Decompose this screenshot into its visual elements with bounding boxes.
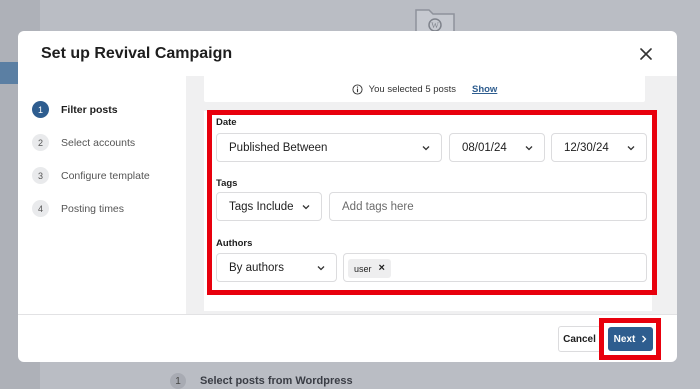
step-label: Select accounts xyxy=(61,136,136,149)
chevron-right-icon xyxy=(642,335,647,343)
footer-divider xyxy=(18,314,677,315)
step-configure-template[interactable]: 3 Configure template xyxy=(32,167,150,184)
close-button[interactable] xyxy=(635,43,657,65)
modal-title: Set up Revival Campaign xyxy=(41,45,233,62)
authors-label: Authors xyxy=(216,238,253,249)
background-step: 1 Select posts from Wordpress xyxy=(170,373,353,389)
date-mode-select[interactable]: Published Between xyxy=(216,133,442,162)
next-label: Next xyxy=(613,333,636,345)
modal-header: Set up Revival Campaign xyxy=(18,31,677,76)
date-start-value: 08/01/24 xyxy=(462,141,507,154)
tags-mode-value: Tags Include xyxy=(229,200,294,213)
date-mode-value: Published Between xyxy=(229,141,328,154)
step-number: 1 xyxy=(32,101,49,118)
background-step-label: Select posts from Wordpress xyxy=(200,375,353,387)
next-button[interactable]: Next xyxy=(608,327,653,351)
author-chip: user × xyxy=(348,259,391,278)
chevron-down-icon xyxy=(317,266,325,271)
selection-text: You selected 5 posts xyxy=(368,83,456,95)
step-select-accounts[interactable]: 2 Select accounts xyxy=(32,134,135,151)
chevron-down-icon xyxy=(422,146,430,151)
revival-campaign-modal: Set up Revival Campaign 1 Filter posts 2… xyxy=(18,31,677,362)
date-end-value: 12/30/24 xyxy=(564,141,609,154)
tags-placeholder: Add tags here xyxy=(342,200,414,213)
step-number: 2 xyxy=(32,134,49,151)
background-sidebar-accent xyxy=(0,62,18,84)
date-end-select[interactable]: 12/30/24 xyxy=(551,133,647,162)
close-icon xyxy=(640,48,652,60)
authors-mode-value: By authors xyxy=(229,261,284,274)
background-step-number: 1 xyxy=(170,373,186,389)
step-filter-posts[interactable]: 1 Filter posts xyxy=(32,101,118,118)
authors-input[interactable]: user × xyxy=(343,253,647,282)
step-number: 4 xyxy=(32,200,49,217)
tags-input[interactable]: Add tags here xyxy=(329,192,647,221)
step-posting-times[interactable]: 4 Posting times xyxy=(32,200,124,217)
chevron-down-icon xyxy=(302,205,310,210)
date-start-select[interactable]: 08/01/24 xyxy=(449,133,545,162)
date-label: Date xyxy=(216,117,237,128)
chevron-down-icon xyxy=(627,146,635,151)
tags-mode-select[interactable]: Tags Include xyxy=(216,192,322,221)
authors-mode-select[interactable]: By authors xyxy=(216,253,337,282)
svg-text:W: W xyxy=(431,21,439,30)
chevron-down-icon xyxy=(525,146,533,151)
step-label: Posting times xyxy=(61,202,125,215)
info-icon xyxy=(352,83,363,95)
step-number: 3 xyxy=(32,167,49,184)
step-label: Filter posts xyxy=(61,103,118,116)
step-label: Configure template xyxy=(61,169,150,182)
tags-label: Tags xyxy=(216,178,238,189)
cancel-button[interactable]: Cancel xyxy=(558,326,601,352)
remove-author-icon[interactable]: × xyxy=(379,263,385,274)
show-selected-link[interactable]: Show xyxy=(472,84,497,95)
selection-summary: You selected 5 posts Show xyxy=(204,76,645,102)
author-chip-label: user xyxy=(354,263,372,274)
